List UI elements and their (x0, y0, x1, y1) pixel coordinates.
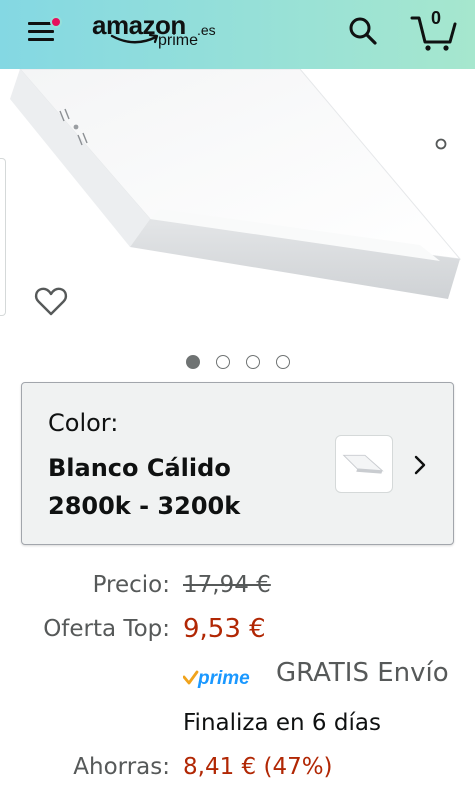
variation-value: Blanco Cálido 2800k - 3200k (48, 449, 338, 525)
prime-check-icon (183, 670, 199, 685)
variation-label: Color: (48, 409, 119, 437)
product-image[interactable] (0, 69, 475, 339)
smile-arrow-icon (110, 33, 159, 44)
deal-price: 9,53 € (183, 614, 266, 644)
cart-button[interactable]: 0 (408, 8, 458, 52)
cart-count: 0 (431, 8, 442, 28)
logo-tld: .es (197, 22, 216, 38)
variation-value-line2: 2800k - 3200k (48, 492, 241, 520)
deal-price-row: Oferta Top: 9,53 € (0, 614, 475, 654)
carousel-dot[interactable] (246, 355, 260, 369)
notification-dot (50, 16, 62, 28)
wishlist-button[interactable] (33, 283, 69, 319)
savings-amount: 8,41 € (47%) (183, 754, 333, 780)
image-carousel-dots (186, 355, 290, 369)
carousel-dot[interactable] (186, 355, 200, 369)
search-icon (349, 17, 377, 45)
led-panel-image (10, 69, 462, 299)
carousel-dot[interactable] (276, 355, 290, 369)
savings-row: Ahorras: 8,41 € (47%) (0, 754, 475, 794)
prime-badge-text: prime (197, 668, 250, 689)
prime-shipping-row: prime GRATIS Envío (0, 658, 475, 698)
deal-end-row: Finaliza en 6 días (0, 710, 475, 750)
list-price-row: Precio: 17,94 € (0, 572, 475, 612)
prime-badge[interactable]: prime (183, 666, 263, 690)
carousel-dot[interactable] (216, 355, 230, 369)
side-tab[interactable] (0, 158, 6, 316)
list-price: 17,94 € (183, 572, 271, 598)
top-nav-bar: amazon .es prime 0 (0, 0, 475, 69)
color-variation-selector[interactable]: Color: Blanco Cálido 2800k - 3200k (21, 382, 454, 545)
list-price-label: Precio: (92, 572, 170, 598)
menu-button[interactable] (26, 16, 62, 44)
free-shipping-text: GRATIS Envío (276, 658, 449, 688)
deal-end-text: Finaliza en 6 días (183, 710, 381, 736)
share-icon[interactable] (434, 138, 448, 150)
search-button[interactable] (346, 14, 380, 48)
amazon-prime-logo[interactable]: amazon .es prime (92, 10, 232, 58)
variation-thumbnail[interactable] (335, 435, 393, 493)
heart-icon (34, 287, 68, 316)
variation-value-line1: Blanco Cálido (48, 454, 231, 482)
savings-label: Ahorras: (73, 754, 170, 780)
deal-price-label: Oferta Top: (43, 616, 170, 642)
variation-thumbnail-image (342, 454, 384, 474)
chevron-right-icon (414, 455, 426, 475)
logo-prime: prime (158, 32, 199, 49)
menu-icon-bar (28, 38, 54, 41)
menu-icon-bar (28, 30, 54, 33)
